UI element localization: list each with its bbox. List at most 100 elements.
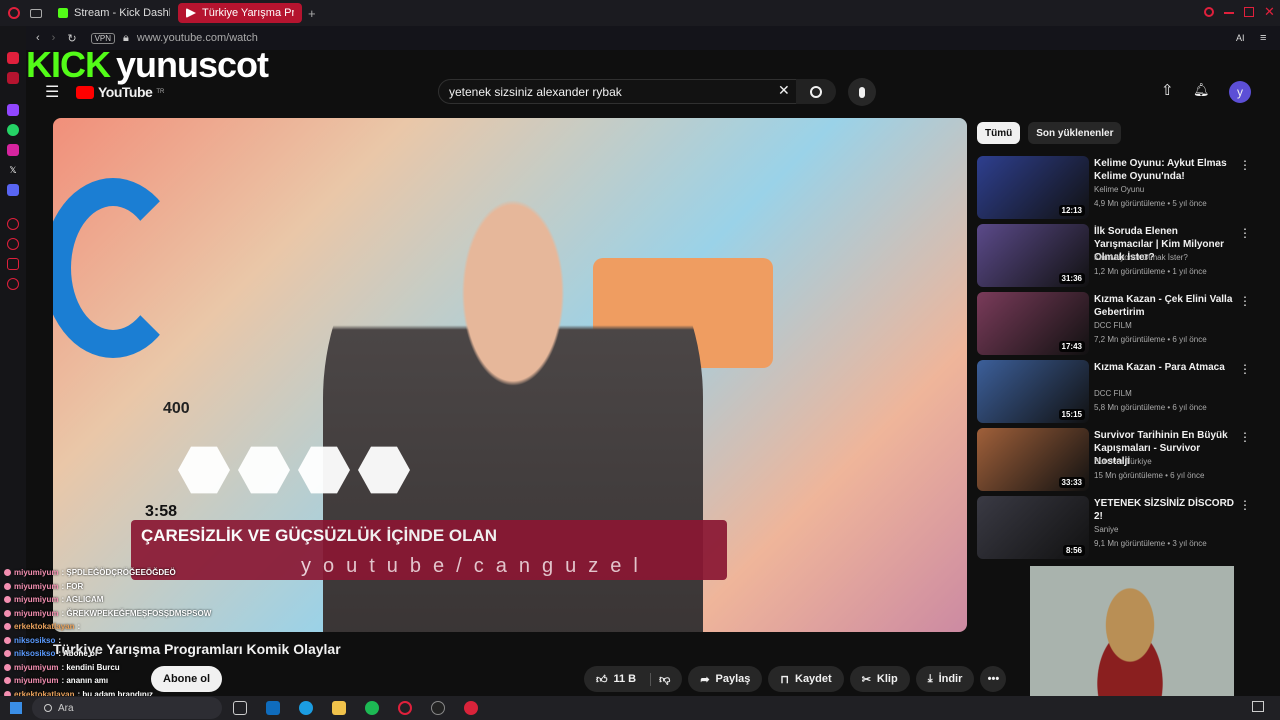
minimize-button[interactable] <box>1224 12 1234 14</box>
video-meta: 9,1 Mn görüntüleme • 3 yıl önce <box>1094 539 1207 548</box>
history-icon[interactable] <box>7 218 19 230</box>
search-input[interactable]: yetenek sizsiniz alexander rybak <box>438 79 818 104</box>
chat-badge-icon <box>4 569 11 577</box>
recommendation-title[interactable]: Kızma Kazan - Para Atmaca <box>1094 361 1234 374</box>
recommendation-title[interactable]: Kızma Kazan - Çek Elini Valla Gebertirim <box>1094 293 1234 319</box>
video-thumbnail[interactable]: 31:36 <box>977 224 1089 287</box>
video-thumbnail[interactable]: 15:15 <box>977 360 1089 423</box>
recommendation-title[interactable]: YETENEK SİZSİNİZ DİSCORD 2! <box>1094 497 1234 523</box>
recommendation-item[interactable]: 33:33 Survivor Tarihinin En Büyük Kapışma… <box>977 428 1277 496</box>
discord-icon[interactable] <box>7 184 19 196</box>
menu-icon[interactable]: ≡ <box>1260 32 1266 44</box>
video-thumbnail[interactable]: 17:43 <box>977 292 1089 355</box>
bookmark-icon[interactable] <box>7 258 19 270</box>
clip-button[interactable]: ✂ Klip <box>849 666 910 692</box>
hexagon <box>298 446 350 494</box>
vpn-badge[interactable]: VPN <box>90 32 116 44</box>
recommendation-item[interactable]: 15:15 Kızma Kazan - Para Atmaca DCC FILM 5,… <box>977 360 1277 428</box>
share-button[interactable]: ➦ Paylaş <box>688 666 763 692</box>
kick-favicon-icon <box>58 8 68 18</box>
video-thumbnail[interactable]: 8:56 <box>977 496 1089 559</box>
voice-search-button[interactable] <box>848 78 876 106</box>
youtube-logo[interactable]: YouTube TR <box>76 84 164 100</box>
outlook-icon[interactable] <box>266 701 280 715</box>
taskbar-search[interactable]: Ara <box>32 697 222 719</box>
chat-username: niksosikso <box>14 649 56 659</box>
opera-logo-icon[interactable] <box>8 7 20 19</box>
twitch-icon[interactable] <box>7 104 19 116</box>
youtube-favicon-icon <box>186 8 196 18</box>
youtube-region: TR <box>156 89 165 95</box>
new-tab-button[interactable]: + <box>308 6 316 21</box>
chat-message: niksosikso: Abone ol <box>0 647 240 661</box>
obs-icon[interactable] <box>431 701 445 715</box>
media-player-icon[interactable] <box>464 701 478 715</box>
forward-icon[interactable]: › <box>52 32 56 44</box>
task-view-icon[interactable] <box>233 701 247 715</box>
search-button[interactable] <box>796 79 836 104</box>
maximize-button[interactable] <box>1244 7 1254 17</box>
url-field[interactable]: www.youtube.com/watch <box>137 32 258 44</box>
upload-icon[interactable]: ⇧ <box>1161 81 1174 99</box>
more-options-icon[interactable]: ⋮ <box>1239 498 1251 512</box>
whatsapp-icon[interactable] <box>7 124 19 136</box>
tab-youtube-video[interactable]: Türkiye Yarışma Progra <box>178 3 302 23</box>
reload-icon[interactable]: ↻ <box>67 32 76 45</box>
channel-name[interactable]: Kelime Oyunu <box>1094 185 1144 194</box>
save-button[interactable]: ⊓ Kaydet <box>768 666 844 692</box>
video-thumbnail[interactable]: 33:33 <box>977 428 1089 491</box>
clear-search-icon[interactable]: ✕ <box>778 82 790 99</box>
chip-all[interactable]: Tümü <box>977 122 1021 144</box>
more-options-icon[interactable]: ⋮ <box>1239 362 1251 376</box>
channel-name[interactable]: DCC FILM <box>1094 389 1132 398</box>
video-actions: 👍︎ 11 B 👎︎ ➦ Paylaş ⊓ Kaydet ✂ Klip ⤓ İn… <box>584 666 1007 692</box>
recommendation-item[interactable]: 31:36 İlk Soruda Elenen Yarışmacılar | Ki… <box>977 224 1277 292</box>
windows-start-icon[interactable] <box>10 702 22 714</box>
channel-name[interactable]: DCC FILM <box>1094 321 1132 330</box>
bookmark-icon: ⊓ <box>780 673 789 686</box>
video-thumbnail[interactable]: 12:13 <box>977 156 1089 219</box>
channel-name[interactable]: Kim Milyoner Olmak İster? <box>1094 253 1188 262</box>
clock-icon[interactable] <box>7 238 19 250</box>
ai-button[interactable]: AI <box>1236 33 1245 43</box>
extensions-icon[interactable] <box>7 278 19 290</box>
chat-message: miyumiyum: ĞREKWPEKEĞFMEŞFOSŞDMSPSOW <box>0 607 240 621</box>
avatar[interactable]: y <box>1229 81 1251 103</box>
channel-name[interactable]: Saniye <box>1094 525 1118 534</box>
recommendation-item[interactable]: 8:56 YETENEK SİZSİNİZ DİSCORD 2! Saniye 9,1… <box>977 496 1277 564</box>
like-button[interactable]: 👍︎ 11 B 👎︎ <box>584 666 683 692</box>
notification-center-icon[interactable] <box>1252 701 1264 712</box>
more-options-icon[interactable]: ⋮ <box>1239 430 1251 444</box>
back-icon[interactable]: ‹ <box>36 32 40 44</box>
video-player[interactable]: 400 3:58 ÇARESİZLİK VE GÜÇSÜZLÜK İÇİNDE … <box>53 118 967 632</box>
more-options-icon[interactable]: ⋮ <box>1239 158 1251 172</box>
more-actions-button[interactable]: ••• <box>980 666 1007 692</box>
tab-overview-icon[interactable] <box>30 8 42 18</box>
recommendation-item[interactable]: 12:13 Kelime Oyunu: Aykut Elmas Kelime Oy… <box>977 156 1277 224</box>
messenger-icon[interactable] <box>7 72 19 84</box>
pocket-icon[interactable] <box>7 52 19 64</box>
close-window-button[interactable]: ✕ <box>1264 4 1275 20</box>
more-options-icon[interactable]: ⋮ <box>1239 294 1251 308</box>
tab-kick-dashboard[interactable]: Stream - Kick Dashboard <box>50 3 178 23</box>
x-icon[interactable]: 𝕏 <box>7 164 19 176</box>
like-count: 11 B <box>613 673 637 685</box>
chip-recent[interactable]: Son yüklenenler <box>1028 122 1122 144</box>
thumbs-down-icon[interactable]: 👎︎ <box>650 672 670 686</box>
download-button[interactable]: ⤓ İndir <box>915 666 975 692</box>
opera-icon[interactable] <box>398 701 412 715</box>
chat-text: : AGLICAM <box>61 595 104 605</box>
more-options-icon[interactable]: ⋮ <box>1239 226 1251 240</box>
thumbs-up-icon: 👍︎ <box>596 673 608 686</box>
chat-username: niksosikso <box>14 635 56 645</box>
instagram-icon[interactable] <box>7 144 19 156</box>
recommendation-item[interactable]: 17:43 Kızma Kazan - Çek Elini Valla Geber… <box>977 292 1277 360</box>
spotify-icon[interactable] <box>365 701 379 715</box>
channel-name[interactable]: Survivor Türkiye <box>1094 457 1152 466</box>
edge-icon[interactable] <box>299 701 313 715</box>
chat-badge-icon <box>4 677 11 685</box>
notifications-bell-icon[interactable]: 🔔︎ <box>1193 82 1210 98</box>
recommendation-title[interactable]: Kelime Oyunu: Aykut Elmas Kelime Oyunu'n… <box>1094 157 1234 183</box>
search-tabs-icon[interactable] <box>1204 7 1214 17</box>
file-explorer-icon[interactable] <box>332 701 346 715</box>
